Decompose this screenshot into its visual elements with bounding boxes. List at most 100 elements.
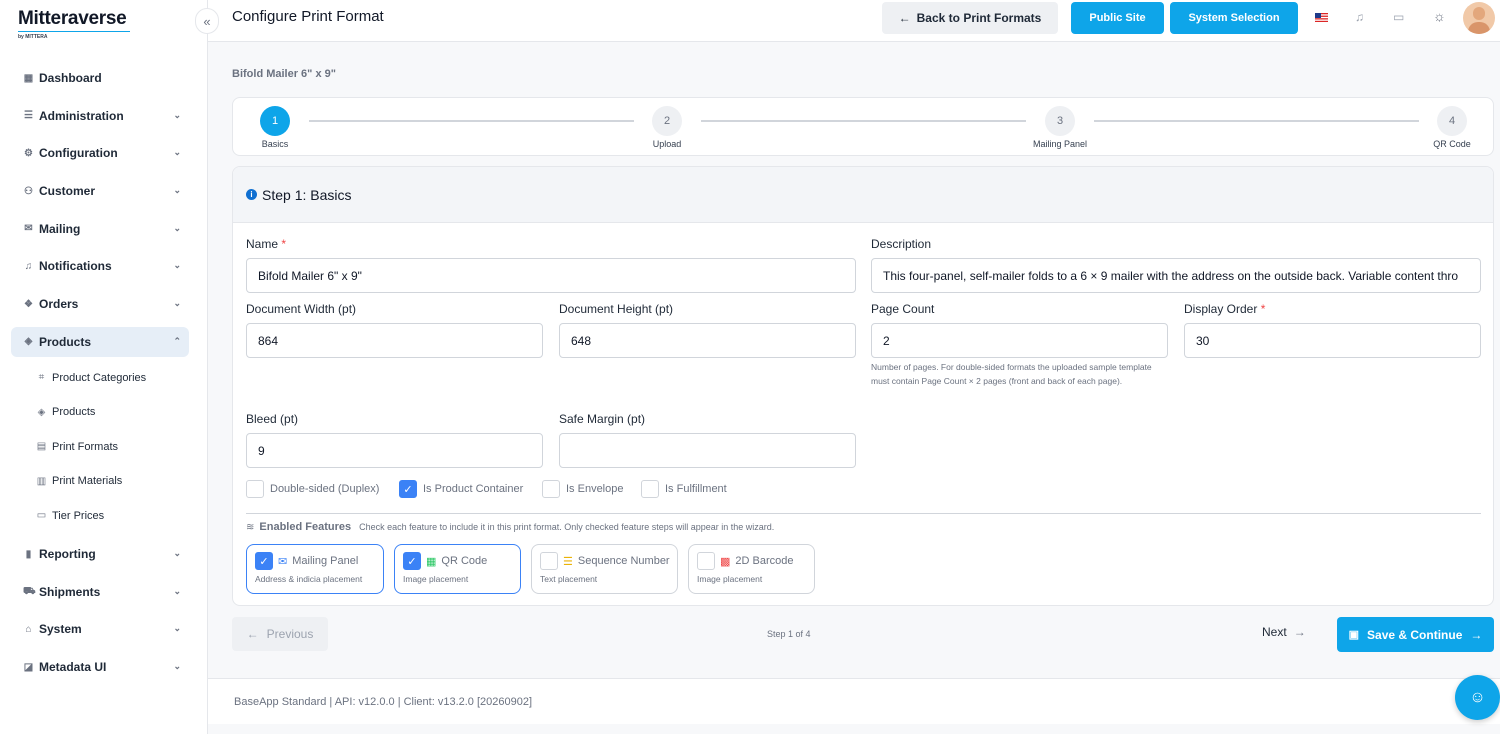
- sidebar-item-system[interactable]: ⌂ System ⌄: [11, 614, 189, 644]
- step-upload[interactable]: 2 Upload: [637, 106, 697, 149]
- feature-label: Mailing Panel: [292, 555, 359, 567]
- sidebar-item-metadata-ui[interactable]: ◪ Metadata UI ⌄: [11, 652, 189, 682]
- arrow-left-icon: ←: [898, 11, 911, 25]
- sidebar-item-products[interactable]: ◈ Products ⌃: [11, 326, 189, 357]
- fulfillment-checkbox[interactable]: [641, 480, 659, 498]
- products-subnav: ⌗ Product Categories ◈ Products ▤ Print …: [11, 361, 189, 534]
- sidebar-item-shipments[interactable]: ⛟ Shipments ⌄: [11, 577, 189, 607]
- step-label: QR Code: [1433, 139, 1471, 149]
- sidebar-item-label: Reporting: [39, 547, 96, 561]
- next-button[interactable]: Next →: [1262, 625, 1306, 639]
- sidebar-item-label: Administration: [39, 108, 124, 123]
- admin-icon: ☰: [24, 110, 33, 122]
- feature-sequence-number[interactable]: ☰ Sequence Number Text placement: [531, 544, 678, 594]
- sidebar-item-administration[interactable]: ☰ Administration ⌄: [11, 101, 189, 131]
- sidebar-item-label: Configuration: [39, 146, 118, 161]
- public-site-button[interactable]: Public Site: [1071, 2, 1164, 34]
- info-icon: i: [246, 189, 257, 200]
- system-icon: ⌂: [25, 623, 32, 635]
- avatar[interactable]: [1463, 2, 1495, 34]
- feature-label: QR Code: [441, 555, 488, 567]
- step-label: Mailing Panel: [1032, 139, 1088, 149]
- feature-checkbox[interactable]: [540, 552, 558, 570]
- sidebar-item-label: Metadata UI: [39, 660, 107, 675]
- arrow-left-icon: ←: [246, 627, 259, 641]
- product-container-checkbox[interactable]: ✓: [399, 480, 417, 498]
- barcode-icon: ▩: [720, 555, 731, 568]
- sidebar-subitem-products[interactable]: ◈ Products: [11, 395, 189, 430]
- fulfillment-checkbox-row[interactable]: Is Fulfillment: [641, 480, 727, 498]
- step-label: Basics: [261, 139, 289, 149]
- sidebar-item-mailing[interactable]: ✉ Mailing ⌄: [11, 214, 189, 244]
- bell-icon: ♫: [24, 260, 33, 272]
- envelope-checkbox-row[interactable]: Is Envelope: [542, 480, 623, 498]
- feature-checkbox[interactable]: ✓: [403, 552, 421, 570]
- chatbot-button[interactable]: ☺: [1455, 675, 1500, 720]
- envelope-checkbox[interactable]: [542, 480, 560, 498]
- sidebar-item-notifications[interactable]: ♫ Notifications ⌄: [11, 251, 189, 281]
- page-count-field[interactable]: 2: [871, 323, 1168, 358]
- step-qr-code[interactable]: 4 QR Code: [1422, 106, 1482, 149]
- chevron-down-icon: ⌄: [173, 548, 181, 558]
- us-flag-icon[interactable]: [1315, 11, 1328, 25]
- sidebar-subitem-tier-prices[interactable]: ▭ Tier Prices: [11, 499, 189, 534]
- feature-checkbox[interactable]: ✓: [255, 552, 273, 570]
- sidebar-subitem-product-categories[interactable]: ⌗ Product Categories: [11, 361, 189, 396]
- list-icon: ☰: [563, 555, 573, 568]
- display-order-field[interactable]: 30: [1184, 323, 1481, 358]
- document-height-field[interactable]: 648: [559, 323, 856, 358]
- chevron-down-icon: ⌄: [173, 147, 181, 158]
- sidebar-collapse-button[interactable]: «: [195, 8, 219, 34]
- logo-subtext: by MITTERA: [18, 34, 48, 40]
- document-width-label: Document Width (pt): [246, 302, 357, 316]
- chat-icon[interactable]: ▭: [1393, 10, 1404, 24]
- feature-checkbox[interactable]: [697, 552, 715, 570]
- description-field[interactable]: This four-panel, self-mailer folds to a …: [871, 258, 1481, 293]
- previous-button[interactable]: ← Previous: [232, 617, 328, 651]
- check-icon: ✓: [259, 555, 269, 568]
- duplex-checkbox[interactable]: [246, 480, 264, 498]
- sidebar-subitem-print-materials[interactable]: ▥ Print Materials: [11, 464, 189, 499]
- sidebar-item-orders[interactable]: ❖ Orders ⌄: [11, 289, 189, 319]
- name-field[interactable]: Bifold Mailer 6" x 9": [246, 258, 856, 293]
- chevron-down-icon: ⌄: [173, 623, 181, 634]
- sidebar-item-customer[interactable]: ⚇ Customer ⌄: [11, 176, 189, 206]
- sidebar-item-dashboard[interactable]: ▦ Dashboard: [11, 63, 189, 93]
- duplex-checkbox-row[interactable]: Double-sided (Duplex): [246, 480, 379, 498]
- safe-margin-field[interactable]: [559, 433, 856, 468]
- product-container-checkbox-row[interactable]: ✓ Is Product Container: [399, 480, 523, 498]
- sidebar-item-label: Shipments: [39, 584, 101, 599]
- step-mailing-panel[interactable]: 3 Mailing Panel: [1030, 106, 1090, 149]
- system-selection-button[interactable]: System Selection: [1170, 2, 1298, 34]
- step-count: Step 1 of 4: [767, 629, 811, 639]
- checkbox-label: Is Product Container: [423, 483, 524, 495]
- app-footer: BaseApp Standard | API: v12.0.0 | Client…: [208, 678, 1500, 724]
- chevron-down-icon: ⌄: [173, 260, 181, 271]
- step-connector: [701, 120, 1026, 122]
- bleed-label: Bleed (pt): [246, 412, 299, 426]
- sidebar-subitem-print-formats[interactable]: ▤ Print Formats: [11, 430, 189, 465]
- sidebar-item-label: System: [39, 622, 82, 637]
- feature-qr-code[interactable]: ✓ ▦ QR Code Image placement: [394, 544, 521, 594]
- chevron-down-icon: ⌄: [173, 661, 181, 672]
- sun-icon[interactable]: ☼: [1433, 8, 1446, 24]
- truck-icon: ⛟: [23, 586, 36, 598]
- step-basics[interactable]: 1 Basics: [245, 106, 305, 149]
- feature-2d-barcode[interactable]: ▩ 2D Barcode Image placement: [688, 544, 815, 594]
- step-number: 1: [260, 106, 290, 136]
- back-to-print-formats-button[interactable]: ← Back to Print Formats: [882, 2, 1058, 34]
- sidebar-item-configuration[interactable]: ⚙ Configuration ⌄: [11, 138, 189, 168]
- bell-icon[interactable]: ♫: [1355, 10, 1364, 24]
- bleed-field[interactable]: 9: [246, 433, 543, 468]
- chevron-down-icon: ⌄: [173, 222, 181, 233]
- feature-sublabel: Image placement: [403, 574, 469, 584]
- feature-mailing-panel[interactable]: ✓ ✉ Mailing Panel Address & indicia plac…: [246, 544, 384, 594]
- sidebar-item-reporting[interactable]: ▮ Reporting ⌄: [11, 539, 189, 569]
- save-and-continue-button[interactable]: ▣ Save & Continue →: [1337, 617, 1494, 652]
- logo[interactable]: Mitteraverse by MITTERA: [18, 8, 130, 40]
- sidebar-subitem-label: Products: [52, 406, 96, 419]
- page-count-help: Number of pages. For double-sided format…: [871, 362, 1152, 386]
- features-title: Enabled Features: [259, 521, 352, 533]
- top-header: Configure Print Format ← Back to Print F…: [208, 0, 1500, 42]
- document-width-field[interactable]: 864: [246, 323, 543, 358]
